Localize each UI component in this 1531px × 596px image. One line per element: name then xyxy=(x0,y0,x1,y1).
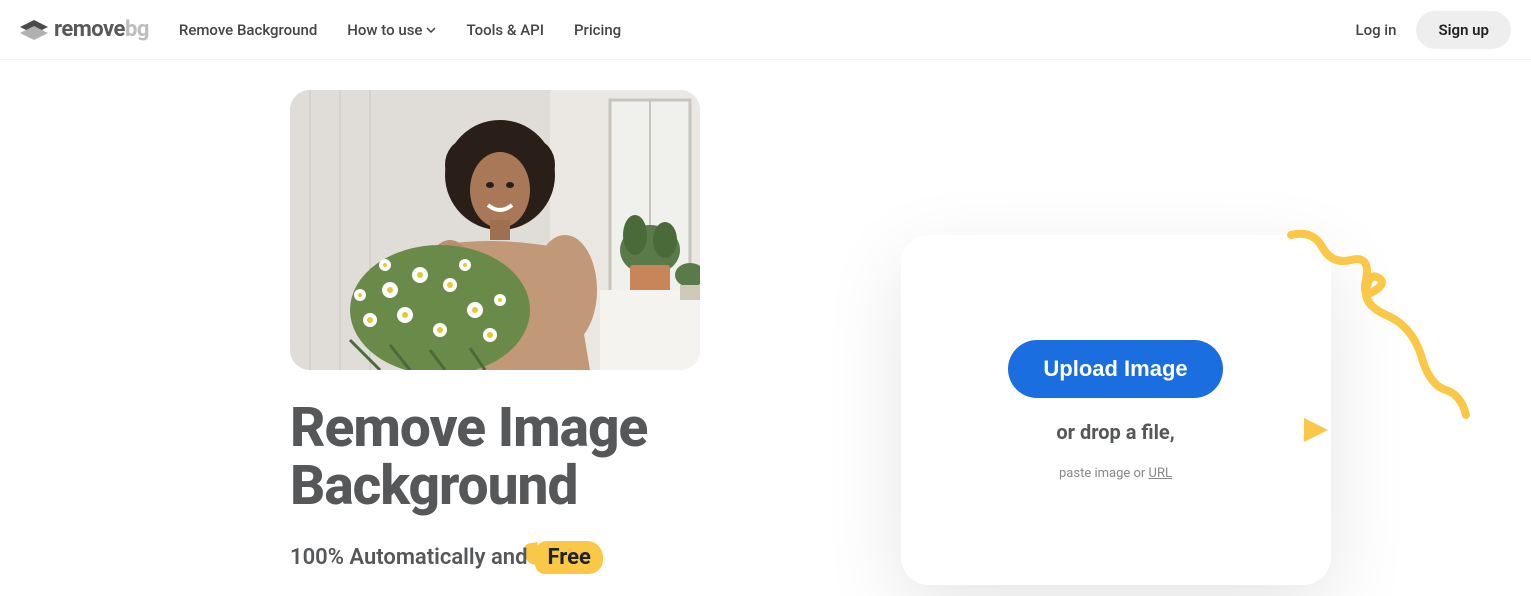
nav-how-to-use-label: How to use xyxy=(347,21,422,39)
hero-image xyxy=(290,90,700,370)
paste-text: paste image or URL xyxy=(1059,466,1172,481)
logo-icon xyxy=(20,20,48,40)
upload-image-button[interactable]: Upload Image xyxy=(1008,340,1222,398)
nav-pricing[interactable]: Pricing xyxy=(574,21,621,39)
chevron-down-icon xyxy=(426,27,436,33)
nav-remove-background[interactable]: Remove Background xyxy=(179,21,317,39)
nav-how-to-use[interactable]: How to use xyxy=(347,21,436,39)
nav-tools-api[interactable]: Tools & API xyxy=(466,21,544,39)
url-link[interactable]: URL xyxy=(1149,466,1172,481)
hero-subtitle: 100% Automatically and Free xyxy=(290,541,700,574)
drop-file-text: or drop a file, xyxy=(1056,420,1174,444)
logo-text: removebg xyxy=(54,17,149,42)
upload-card[interactable]: Upload Image or drop a file, paste image… xyxy=(901,235,1331,585)
free-badge: Free xyxy=(535,541,602,574)
squiggle-decoration xyxy=(1281,230,1471,430)
triangle-decoration xyxy=(1301,415,1331,445)
login-link[interactable]: Log in xyxy=(1355,21,1396,39)
logo[interactable]: removebg xyxy=(20,17,149,42)
hero-title: Remove ImageBackground xyxy=(290,400,700,516)
signup-button[interactable]: Sign up xyxy=(1416,11,1511,49)
